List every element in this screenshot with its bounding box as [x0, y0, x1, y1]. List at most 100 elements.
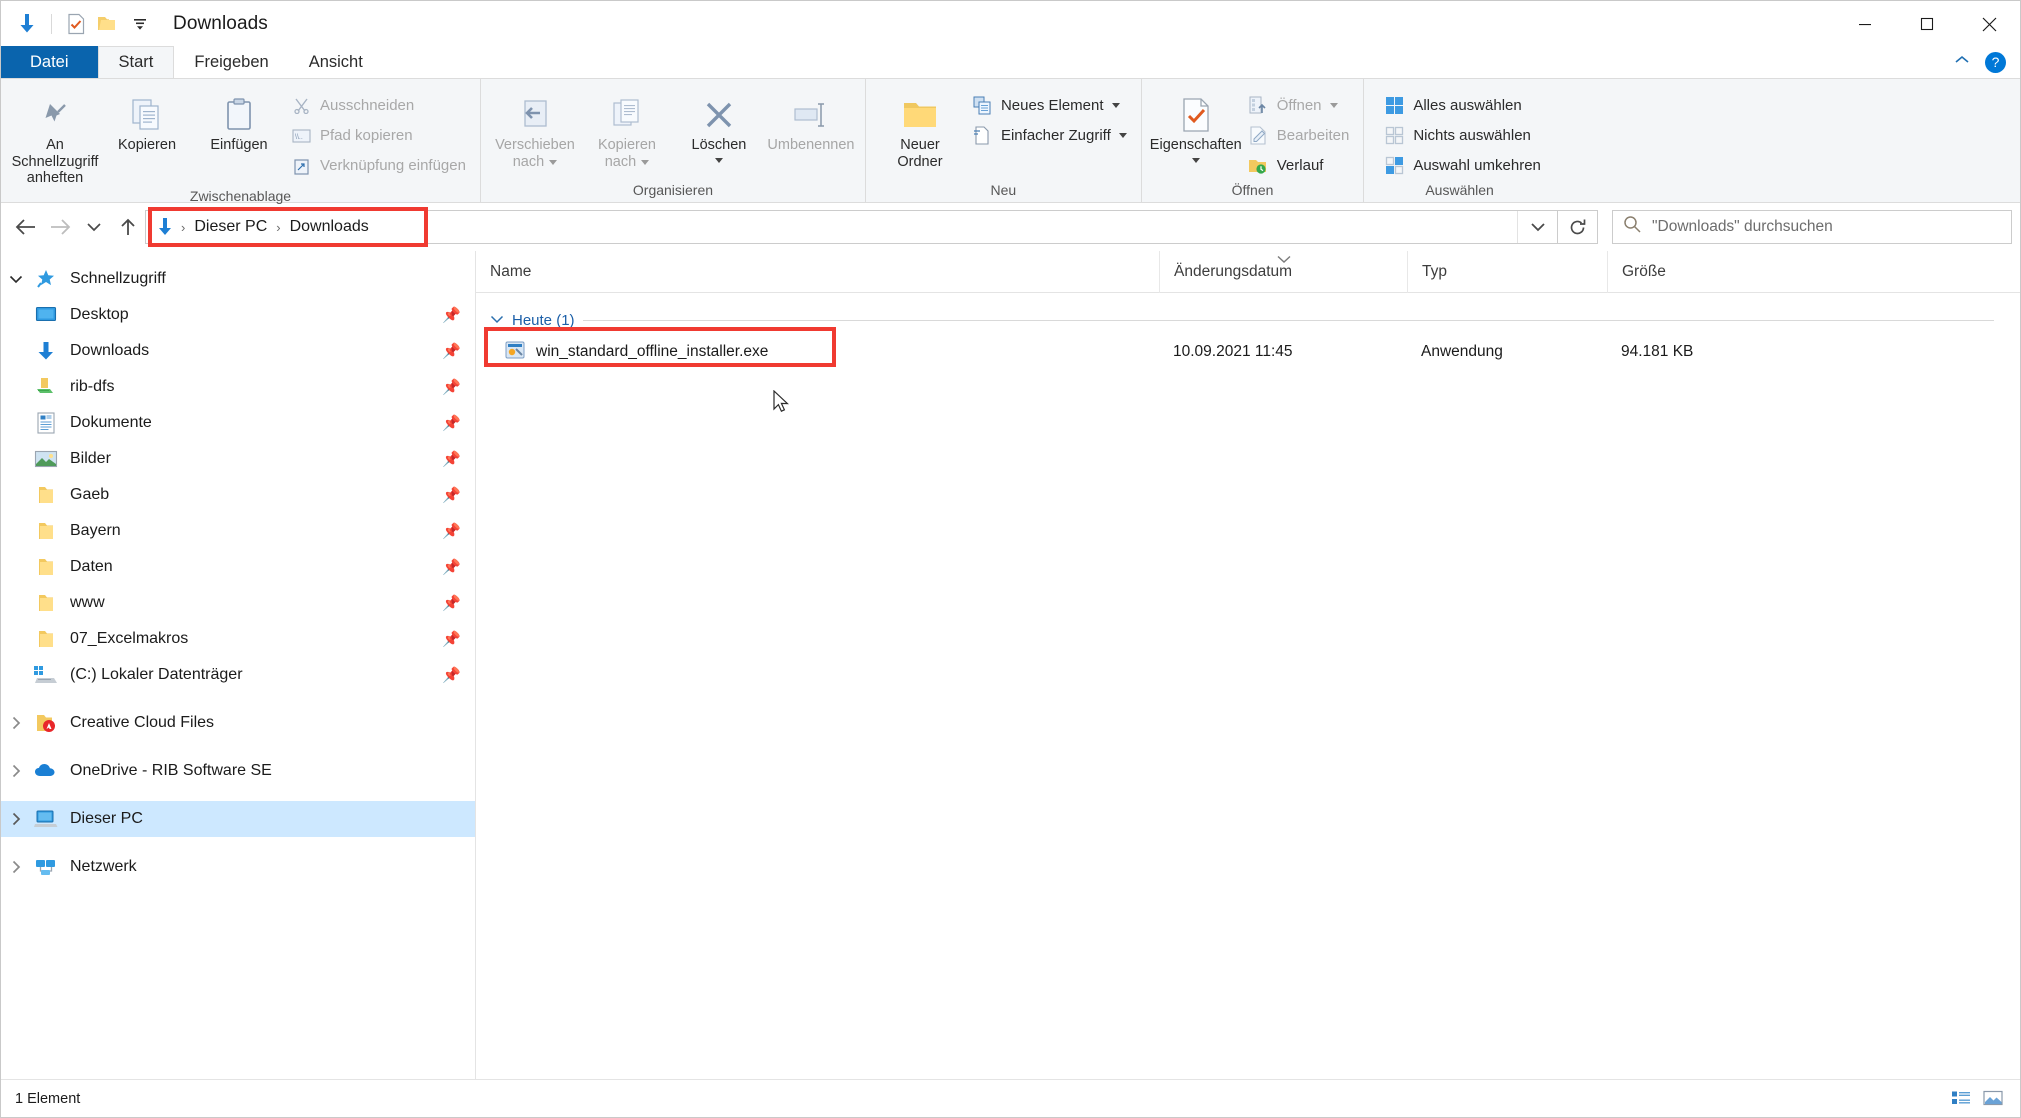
- rename-button[interactable]: Umbenennen: [765, 85, 857, 181]
- pin-icon[interactable]: 📌: [442, 666, 461, 684]
- properties-button[interactable]: Eigenschaften: [1150, 85, 1242, 181]
- easy-access-button[interactable]: Einfacher Zugriff: [966, 123, 1133, 148]
- chevron-up-icon[interactable]: [1953, 53, 1971, 71]
- sidebar-item-schnellzugriff[interactable]: Schnellzugriff: [1, 261, 475, 297]
- sidebar-item-label: 07_Excelmakros: [70, 630, 189, 647]
- breadcrumb-item-downloads[interactable]: Downloads: [284, 218, 375, 236]
- chevron-down-icon[interactable]: [1191, 157, 1200, 163]
- breadcrumb-item-dieser-pc[interactable]: Dieser PC: [188, 218, 273, 236]
- sidebar-item-07-excelmakros[interactable]: 07_Excelmakros 📌: [1, 621, 475, 657]
- close-button[interactable]: [1958, 1, 2020, 47]
- up-button[interactable]: [111, 210, 145, 244]
- pin-icon[interactable]: 📌: [442, 522, 461, 540]
- cut-button[interactable]: Ausschneiden: [285, 93, 472, 118]
- pin-icon[interactable]: 📌: [442, 630, 461, 648]
- column-type[interactable]: Typ: [1407, 250, 1607, 293]
- sidebar-item-rib-dfs[interactable]: rib-dfs 📌: [1, 369, 475, 405]
- chevron-down-icon[interactable]: [549, 159, 558, 165]
- new-folder-button[interactable]: Neuer Ordner: [874, 85, 966, 181]
- download-icon[interactable]: [12, 9, 42, 39]
- paste-button[interactable]: Einfügen: [193, 85, 285, 187]
- details-view-icon[interactable]: [1948, 1087, 1974, 1111]
- tab-datei[interactable]: Datei: [1, 46, 98, 78]
- desktop-icon: [31, 305, 61, 325]
- sidebar-item-www[interactable]: www 📌: [1, 585, 475, 621]
- sidebar-item-dokumente[interactable]: Dokumente 📌: [1, 405, 475, 441]
- chevron-right-icon[interactable]: [1, 764, 31, 778]
- pin-to-quick-access-button[interactable]: An Schnellzugriff anheften: [9, 85, 101, 187]
- new-item-button[interactable]: Neues Element: [966, 93, 1133, 118]
- sidebar-item-dieser-pc[interactable]: Dieser PC: [1, 801, 475, 837]
- breadcrumb-dropdown-icon[interactable]: [1517, 211, 1557, 243]
- tab-start[interactable]: Start: [97, 46, 175, 78]
- table-row[interactable]: win_standard_offline_installer.exe 10.09…: [476, 335, 2020, 369]
- sidebar-item-bayern[interactable]: Bayern 📌: [1, 513, 475, 549]
- select-all-button[interactable]: Alles auswählen: [1378, 93, 1547, 118]
- help-icon[interactable]: ?: [1985, 51, 2006, 73]
- minimize-button[interactable]: [1834, 1, 1896, 47]
- ribbon-group-select: Alles auswählen Nichts auswählen Auswahl…: [1363, 79, 1555, 203]
- delete-button[interactable]: Löschen: [673, 85, 765, 181]
- pin-icon[interactable]: 📌: [442, 306, 461, 324]
- history-button[interactable]: Verlauf: [1242, 153, 1356, 178]
- chevron-right-icon[interactable]: [1, 860, 31, 874]
- select-none-button[interactable]: Nichts auswählen: [1378, 123, 1547, 148]
- refresh-button[interactable]: [1558, 210, 1598, 244]
- invert-selection-button[interactable]: Auswahl umkehren: [1378, 153, 1547, 178]
- column-date-modified[interactable]: Änderungsdatum: [1159, 250, 1407, 293]
- chevron-down-icon[interactable]: [714, 157, 723, 163]
- chevron-down-icon[interactable]: [1111, 103, 1120, 108]
- chevron-right-icon[interactable]: [1, 812, 31, 826]
- column-name[interactable]: Name: [476, 251, 1159, 293]
- group-header-heute[interactable]: Heute (1): [476, 305, 2020, 335]
- new-folder-label-2: Ordner: [897, 153, 943, 170]
- search-input[interactable]: "Downloads" durchsuchen: [1612, 210, 2012, 244]
- copy-button[interactable]: Kopieren: [101, 85, 193, 187]
- sidebar-item-bilder[interactable]: Bilder 📌: [1, 441, 475, 477]
- breadcrumb[interactable]: › Dieser PC › Downloads: [145, 210, 1558, 244]
- creative-cloud-icon: [31, 713, 61, 734]
- copy-to-button[interactable]: Kopieren nach: [581, 85, 673, 181]
- chevron-down-icon[interactable]: [1329, 103, 1338, 108]
- chevron-down-icon[interactable]: [641, 159, 650, 165]
- chevron-down-icon[interactable]: [1118, 133, 1127, 138]
- pin-icon[interactable]: 📌: [442, 414, 461, 432]
- sidebar-item-gaeb[interactable]: Gaeb 📌: [1, 477, 475, 513]
- move-to-button[interactable]: Verschieben nach: [489, 85, 581, 181]
- tab-ansicht[interactable]: Ansicht: [289, 46, 383, 78]
- pin-icon[interactable]: 📌: [442, 558, 461, 576]
- paste-shortcut-button[interactable]: Verknüpfung einfügen: [285, 153, 472, 178]
- sidebar-item-downloads[interactable]: Downloads 📌: [1, 333, 475, 369]
- pin-icon[interactable]: 📌: [442, 486, 461, 504]
- large-icons-view-icon[interactable]: [1980, 1087, 2006, 1111]
- open-button[interactable]: Öffnen: [1242, 93, 1356, 118]
- chevron-down-icon[interactable]: [490, 311, 504, 329]
- sidebar-item-onedrive[interactable]: OneDrive - RIB Software SE: [1, 753, 475, 789]
- column-size[interactable]: Größe: [1607, 250, 1742, 293]
- edit-button[interactable]: Bearbeiten: [1242, 123, 1356, 148]
- forward-button[interactable]: [43, 210, 77, 244]
- pin-icon[interactable]: 📌: [442, 378, 461, 396]
- pin-icon[interactable]: 📌: [442, 450, 461, 468]
- history-icon: [1248, 155, 1269, 176]
- sidebar-item-daten[interactable]: Daten 📌: [1, 549, 475, 585]
- properties-check-icon[interactable]: [61, 9, 91, 39]
- edit-label: Bearbeiten: [1276, 127, 1350, 144]
- pin-icon[interactable]: 📌: [442, 342, 461, 360]
- folder-icon: [31, 629, 61, 649]
- sidebar-item-desktop[interactable]: Desktop 📌: [1, 297, 475, 333]
- maximize-button[interactable]: [1896, 1, 1958, 47]
- sidebar-item-netzwerk[interactable]: Netzwerk: [1, 849, 475, 885]
- move-to-icon: [517, 93, 553, 137]
- pin-icon[interactable]: 📌: [442, 594, 461, 612]
- customize-chevron-icon[interactable]: [125, 9, 155, 39]
- tab-freigeben[interactable]: Freigeben: [174, 46, 288, 78]
- back-button[interactable]: [9, 210, 43, 244]
- sidebar-item-local-disk-c[interactable]: (C:) Lokaler Datenträger 📌: [1, 657, 475, 693]
- folder-icon[interactable]: [93, 9, 123, 39]
- copy-path-button[interactable]: \\.. Pfad kopieren: [285, 123, 472, 148]
- sidebar-item-creative-cloud-files[interactable]: Creative Cloud Files: [1, 705, 475, 741]
- chevron-right-icon[interactable]: [1, 716, 31, 730]
- recent-locations-button[interactable]: [77, 210, 111, 244]
- chevron-down-icon[interactable]: [1, 274, 31, 284]
